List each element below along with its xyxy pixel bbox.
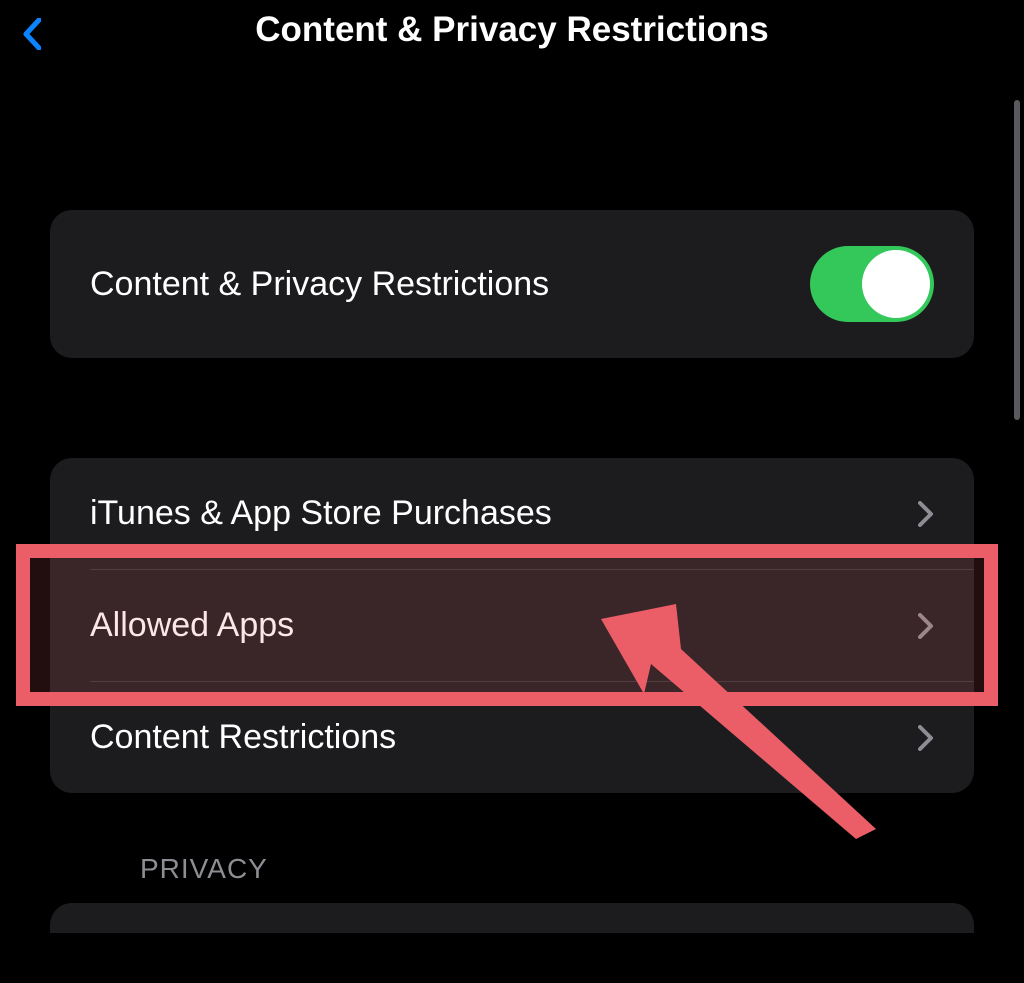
toggle-knob: [862, 250, 930, 318]
row-content-restrictions[interactable]: Content Restrictions: [50, 682, 974, 793]
page-title: Content & Privacy Restrictions: [0, 10, 1024, 50]
row-label: Allowed Apps: [90, 606, 294, 645]
chevron-right-icon: [918, 613, 934, 639]
section-toggle: Content & Privacy Restrictions: [50, 210, 974, 358]
chevron-right-icon: [918, 725, 934, 751]
toggle-label: Content & Privacy Restrictions: [90, 265, 549, 304]
chevron-left-icon: [23, 18, 41, 50]
section-navigation: iTunes & App Store Purchases Allowed App…: [50, 458, 974, 793]
section-privacy: [50, 903, 974, 933]
chevron-right-icon: [918, 501, 934, 527]
header: Content & Privacy Restrictions: [0, 0, 1024, 70]
row-itunes-purchases[interactable]: iTunes & App Store Purchases: [50, 458, 974, 569]
row-label: Content Restrictions: [90, 718, 396, 757]
row-allowed-apps[interactable]: Allowed Apps: [50, 570, 974, 681]
section-header-privacy: PRIVACY: [140, 853, 974, 885]
content: Content & Privacy Restrictions iTunes & …: [0, 70, 1024, 885]
row-content-privacy-toggle[interactable]: Content & Privacy Restrictions: [50, 210, 974, 358]
back-button[interactable]: [16, 14, 48, 54]
content-privacy-toggle[interactable]: [810, 246, 934, 322]
row-label: iTunes & App Store Purchases: [90, 494, 552, 533]
scrollbar[interactable]: [1014, 100, 1020, 420]
